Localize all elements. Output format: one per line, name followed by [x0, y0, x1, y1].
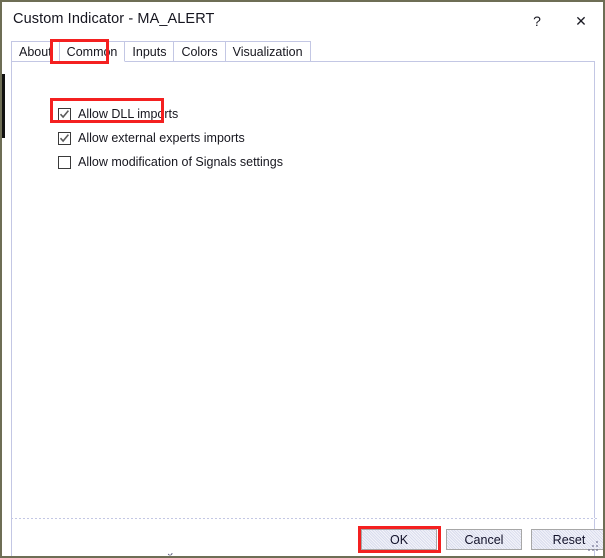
title-bar: Custom Indicator - MA_ALERT ? ✕ — [4, 4, 603, 35]
tab-about[interactable]: About — [11, 41, 60, 62]
close-icon: ✕ — [575, 12, 587, 29]
option-label: Allow modification of Signals settings — [78, 155, 283, 169]
window-title: Custom Indicator - MA_ALERT — [13, 11, 215, 27]
common-options-list: Allow DLL imports Allow external experts … — [58, 102, 458, 174]
option-label: Allow external experts imports — [78, 131, 245, 145]
checkbox-checked-icon[interactable] — [58, 131, 71, 145]
help-button[interactable]: ? — [517, 6, 557, 35]
question-mark-icon: ? — [533, 12, 541, 29]
tab-strip: About Common Inputs Colors Visualization — [11, 41, 311, 62]
tab-common[interactable]: Common — [58, 41, 126, 62]
custom-indicator-dialog: Custom Indicator - MA_ALERT ? ✕ About Com… — [0, 0, 605, 558]
option-row[interactable]: Allow modification of Signals settings — [58, 150, 458, 174]
checkbox-unchecked-icon[interactable] — [58, 155, 71, 169]
option-label: Allow DLL imports — [78, 107, 179, 121]
ok-button[interactable]: OK — [361, 529, 437, 550]
option-row[interactable]: Allow DLL imports — [58, 102, 458, 126]
tab-colors[interactable]: Colors — [173, 41, 226, 62]
tab-inputs[interactable]: Inputs — [124, 41, 175, 62]
background-clipped-text-label: Insert Diagrams Transactions of Transact… — [120, 553, 341, 556]
checkbox-checked-icon[interactable] — [58, 107, 71, 121]
resize-grip-icon[interactable] — [588, 541, 599, 552]
close-button[interactable]: ✕ — [561, 6, 601, 35]
background-clipped-text: Insert Diagrams Transactions of Transact… — [0, 553, 605, 558]
cancel-button[interactable]: Cancel — [446, 529, 522, 550]
window-left-edge-artifact — [2, 74, 5, 138]
tab-visualization[interactable]: Visualization — [224, 41, 311, 62]
option-row[interactable]: Allow external experts imports — [58, 126, 458, 150]
content-bottom-rule — [11, 518, 597, 519]
